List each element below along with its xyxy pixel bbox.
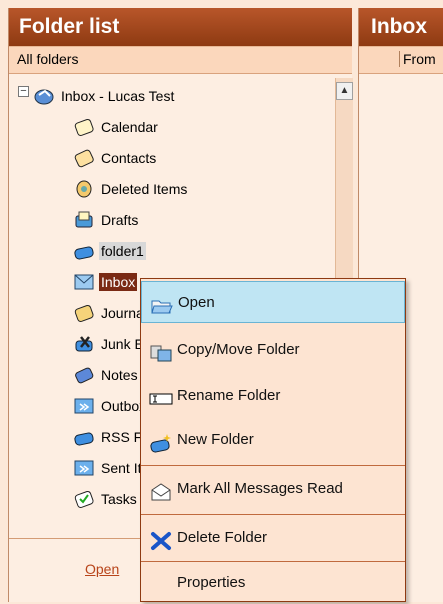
menu-item-label: Copy/Move Folder <box>177 341 300 358</box>
tree-item-label: Notes <box>101 367 138 384</box>
sent-items-icon <box>73 457 95 479</box>
tree-item-contacts[interactable]: Contacts <box>73 144 158 170</box>
copy-move-icon <box>149 339 173 362</box>
rss-icon <box>73 426 95 448</box>
menu-item-new-folder[interactable]: New Folder <box>141 419 405 461</box>
tasks-icon <box>73 488 95 510</box>
mailbox-icon <box>33 85 55 107</box>
column-header-from[interactable]: From <box>399 51 436 67</box>
tree-item-journal[interactable]: Journal <box>73 299 149 325</box>
folder-list-title: Folder list <box>9 8 352 46</box>
all-folders-header[interactable]: All folders <box>9 46 352 74</box>
delete-icon <box>149 527 173 550</box>
tree-item-label: Inbox <box>99 273 138 292</box>
menu-item-mark-all-read[interactable]: Mark All Messages Read <box>141 468 405 510</box>
menu-item-copy-move-folder[interactable]: Copy/Move Folder <box>141 329 405 371</box>
menu-item-properties[interactable]: Properties <box>141 562 405 604</box>
menu-separator <box>141 465 405 466</box>
menu-item-label: New Folder <box>177 431 254 448</box>
folder-context-menu: Open Copy/Move Folder Rename Folder New … <box>140 278 406 602</box>
message-list-header: From <box>359 46 443 74</box>
tree-item-folder1[interactable]: folder1 <box>73 237 146 263</box>
junk-icon <box>73 333 95 355</box>
journal-icon <box>73 302 95 324</box>
calendar-icon <box>73 116 95 138</box>
tree-item-calendar[interactable]: Calendar <box>73 113 160 139</box>
tree-item-label: Calendar <box>101 119 158 136</box>
menu-item-label: Properties <box>177 574 246 591</box>
menu-item-label: Rename Folder <box>177 387 281 404</box>
folder-icon <box>73 240 95 262</box>
rename-icon <box>149 385 173 407</box>
drafts-icon <box>73 209 95 231</box>
tree-item-tasks[interactable]: Tasks <box>73 485 139 511</box>
tree-item-root-mailbox[interactable]: Inbox - Lucas Test <box>33 82 176 108</box>
tree-item-notes[interactable]: Notes <box>73 361 140 387</box>
collapse-icon[interactable]: − <box>18 86 29 97</box>
menu-item-label: Delete Folder <box>177 529 268 546</box>
tree-item-label: Deleted Items <box>101 181 188 198</box>
menu-separator <box>141 514 405 515</box>
menu-item-label: Mark All Messages Read <box>177 480 343 497</box>
menu-item-label: Open <box>178 294 215 311</box>
tree-item-deleted-items[interactable]: Deleted Items <box>73 175 189 201</box>
tree-item-drafts[interactable]: Drafts <box>73 206 140 232</box>
menu-item-open[interactable]: Open <box>141 281 405 323</box>
tree-item-label: folder1 <box>99 242 146 261</box>
tree-item-label: Drafts <box>101 212 139 229</box>
tree-item-label: Inbox - Lucas Test <box>61 88 175 105</box>
tree-item-label: Tasks <box>101 491 137 508</box>
open-folder-icon <box>150 292 174 314</box>
outbox-icon <box>73 395 95 417</box>
menu-item-rename-folder[interactable]: Rename Folder <box>141 375 405 417</box>
new-folder-icon <box>149 429 173 453</box>
inbox-title: Inbox <box>359 8 443 46</box>
notes-icon <box>73 364 95 386</box>
deleted-items-icon <box>73 178 95 200</box>
contacts-icon <box>73 147 95 169</box>
tree-item-inbox[interactable]: Inbox <box>73 268 138 294</box>
menu-item-delete-folder[interactable]: Delete Folder <box>141 517 405 559</box>
open-link[interactable]: Open <box>85 561 119 577</box>
tree-item-outbox[interactable]: Outbox <box>73 392 148 418</box>
tree-item-label: Contacts <box>101 150 157 167</box>
inbox-icon <box>73 271 95 293</box>
scroll-up-arrow-icon[interactable]: ▲ <box>336 82 353 100</box>
envelope-icon <box>149 478 173 501</box>
